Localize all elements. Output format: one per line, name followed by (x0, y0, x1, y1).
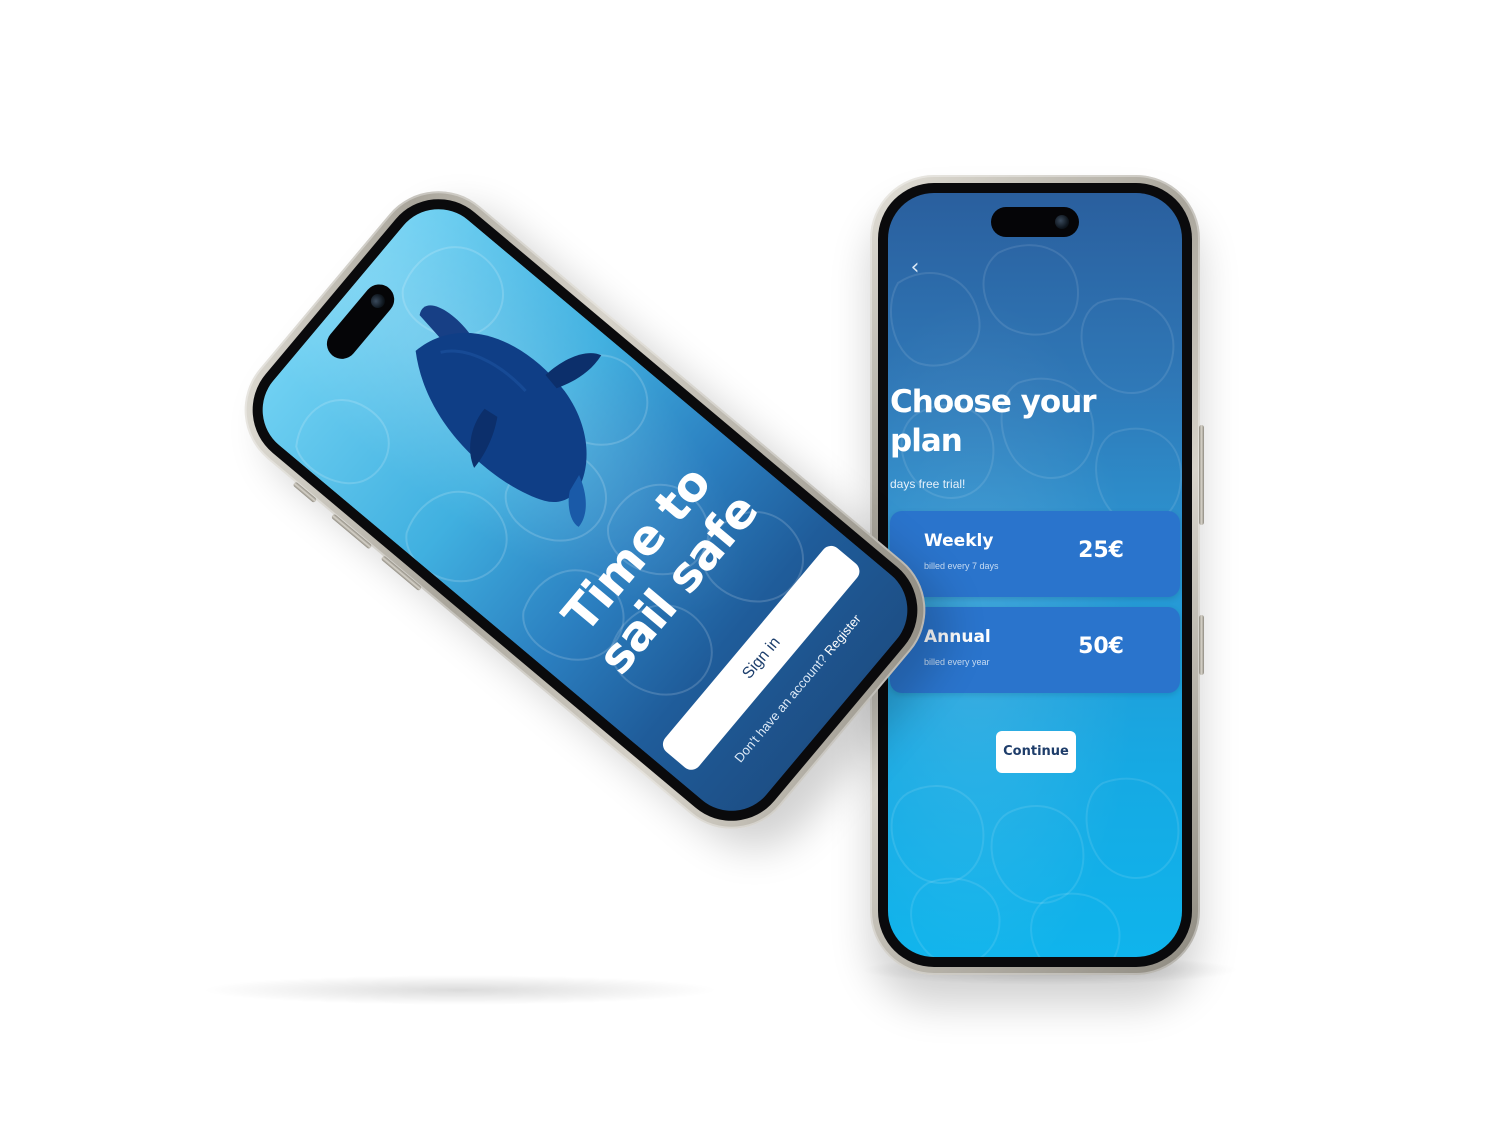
continue-button[interactable]: Continue (996, 731, 1076, 773)
plan-billing: billed every 7 days (924, 561, 999, 571)
power-button (1199, 425, 1204, 525)
dynamic-island (991, 207, 1079, 237)
plan-option-annual[interactable]: Annual billed every year 50€ (890, 607, 1180, 693)
page-title: Choose your plan (890, 384, 1097, 459)
plan-name: Weekly (924, 531, 994, 551)
front-camera (368, 291, 388, 311)
chevron-left-icon: ‹ (910, 255, 920, 280)
left-phone-shadow (200, 975, 720, 1005)
plan-price: 25€ (1078, 538, 1124, 563)
plan-name: Annual (924, 627, 991, 647)
trial-subtitle: days free trial! (890, 477, 966, 491)
back-button[interactable]: ‹ (902, 255, 928, 281)
side-button (1199, 615, 1204, 675)
mockup-stage: ‹ Choose your plan days free trial! Week… (0, 0, 1500, 1126)
plan-price: 50€ (1078, 634, 1124, 659)
plan-billing: billed every year (924, 657, 990, 667)
plan-phone: ‹ Choose your plan days free trial! Week… (870, 175, 1204, 975)
plan-option-weekly[interactable]: Weekly billed every 7 days 25€ (890, 511, 1180, 597)
plan-screen: ‹ Choose your plan days free trial! Week… (888, 193, 1182, 957)
signin-phone: Time to sail safe Sign in Don't have an … (218, 165, 952, 855)
front-camera (1055, 215, 1069, 229)
